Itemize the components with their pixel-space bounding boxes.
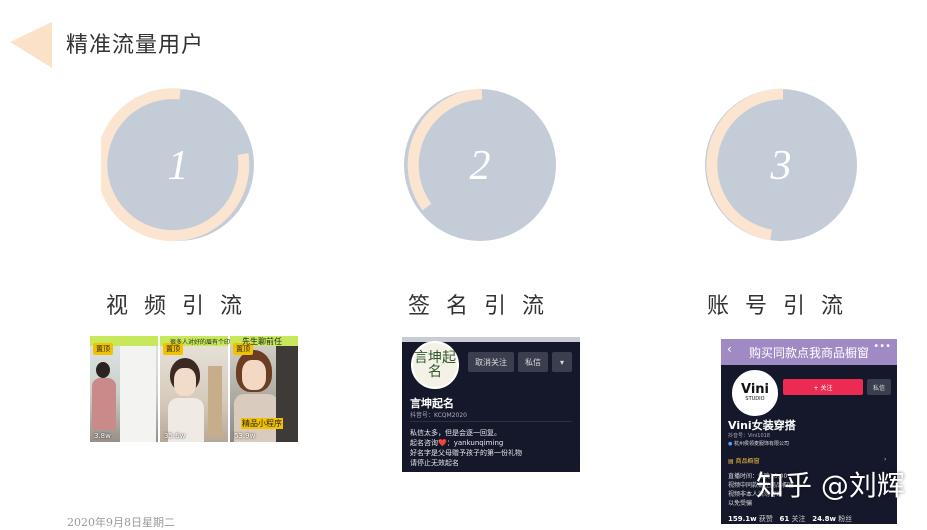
step-circle-1: 1 <box>101 88 255 242</box>
step-circle-2: 2 <box>403 88 557 242</box>
likes-count: 53.9w <box>234 432 256 440</box>
video-caption: 精品小程序 <box>241 418 283 429</box>
video-caption: 很多人对好的眉有个印 <box>170 339 231 346</box>
step-label-account: 账号引流 <box>707 294 860 319</box>
bio-line: 私信太多，但是会逐一回复。 <box>410 429 501 437</box>
likes-count: 3.8w <box>94 432 111 440</box>
step-number: 1 <box>168 143 189 189</box>
corner-triangle-decoration <box>10 22 52 68</box>
more-icon[interactable]: ••• <box>873 341 891 352</box>
bio-line: 请停止无效起名 <box>410 459 459 467</box>
shop-banner: ‹ 购买同款点我商品橱窗 ••• <box>721 339 897 365</box>
following-count: 61 <box>779 515 790 523</box>
back-icon[interactable]: ‹ <box>727 342 732 356</box>
banner-text: 购买同款点我商品橱窗 <box>748 345 869 360</box>
bio-line: 以免受骗 <box>728 500 753 507</box>
likes-count: 159.1w <box>728 515 757 523</box>
unfollow-button[interactable]: 取消关注 <box>468 352 514 372</box>
pinned-badge: 置顶 <box>93 343 113 355</box>
step-number: 3 <box>770 143 792 189</box>
message-button[interactable]: 私信 <box>867 379 891 395</box>
date-footer: 2020年9月8日星期二 <box>67 516 175 529</box>
more-dropdown-button[interactable]: ▾ <box>552 352 572 372</box>
likes-count: 35.6w <box>164 432 186 440</box>
profile-name: Vini女装穿搭 <box>728 419 796 432</box>
watermark: 知乎 @刘辉 <box>756 469 905 502</box>
bio-line: 好名字是父母赠予孩子的第一份礼物 <box>410 449 522 457</box>
step-label-video: 视频引流 <box>106 294 259 319</box>
bio-line: 起名咨询❤️：yankunqiming <box>410 439 504 447</box>
avatar: Vini STUDIO <box>730 368 780 418</box>
video-grid-screenshot: 置顶 3.8w 置顶 35.6w 置顶 53.9w 很多人对好的眉有个印 先生聊… <box>90 336 298 442</box>
video-caption: 先生聊前任 <box>242 337 282 346</box>
shop-window-link[interactable]: ▤ 商品橱窗 › <box>728 456 886 465</box>
verified-icon: ● <box>728 441 733 447</box>
caret-down-icon: ▾ <box>559 357 564 367</box>
company-line: ● 杭州侯领麦服饰有限公司 <box>728 441 789 447</box>
step-number: 2 <box>470 143 491 189</box>
video-thumbnail: 置顶 35.6w <box>160 336 228 442</box>
chevron-right-icon: › <box>884 456 887 463</box>
profile-id: 抖音号：Vini1018 <box>728 433 770 439</box>
step-circle-3: 3 <box>704 88 858 242</box>
profile-stats: 159.1w 获赞 61 关注 24.8w 粉丝 <box>728 515 853 523</box>
step-label-signature: 签名引流 <box>408 294 561 319</box>
follow-button[interactable]: + 关注 <box>783 379 863 395</box>
shop-icon: ▤ <box>728 458 734 465</box>
message-button[interactable]: 私信 <box>518 352 548 372</box>
fans-count: 24.8w <box>812 515 836 523</box>
profile-name: 言坤起名 <box>410 397 454 410</box>
profile-id: 抖音号：KCQM2020 <box>410 412 467 419</box>
video-thumbnail: 置顶 3.8w <box>90 336 158 442</box>
avatar-logo-subtext: STUDIO <box>745 396 765 402</box>
signature-profile-screenshot: 言坤起名 取消关注 私信 ▾ 言坤起名 抖音号：KCQM2020 私信太多，但是… <box>402 337 580 472</box>
page-title: 精准流量用户 <box>66 33 205 58</box>
avatar: 言坤起名 <box>411 341 459 389</box>
avatar-logo-text: Vini <box>741 382 769 397</box>
divider <box>410 421 572 422</box>
